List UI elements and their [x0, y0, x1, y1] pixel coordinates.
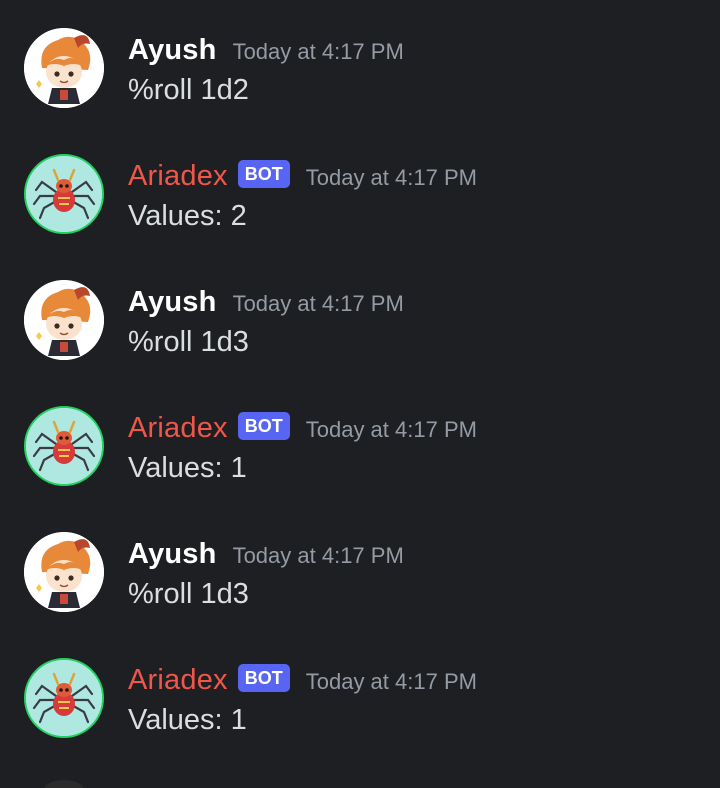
chat-message: Ayush Today at 4:17 PM %roll 1d3: [0, 252, 720, 362]
username[interactable]: Ayush: [128, 538, 217, 571]
timestamp: Today at 4:17 PM: [232, 543, 404, 568]
next-message-avatar[interactable]: [44, 780, 84, 788]
user-avatar-icon: [24, 28, 104, 108]
message-header: Ariadex BOT Today at 4:17 PM: [128, 660, 477, 700]
chat-message: Ayush Today at 4:17 PM %roll 1d2: [0, 0, 720, 110]
spider-avatar-icon: [26, 408, 102, 484]
message-content: %roll 1d3: [128, 578, 249, 610]
chat-message: Ariadex BOT Today at 4:17 PM Values: 1: [0, 630, 720, 740]
user-avatar[interactable]: [24, 28, 104, 108]
username[interactable]: Ayush: [128, 286, 217, 319]
username[interactable]: Ayush: [128, 34, 217, 67]
user-avatar-icon: [24, 532, 104, 612]
spider-avatar-icon: [26, 156, 102, 232]
bot-tag-badge: BOT: [237, 664, 290, 692]
chat-message: Ariadex BOT Today at 4:17 PM Values: 1: [0, 378, 720, 488]
spider-avatar-icon: [26, 660, 102, 736]
bot-avatar[interactable]: [24, 154, 104, 234]
user-avatar[interactable]: [24, 532, 104, 612]
bot-tag-badge: BOT: [237, 412, 290, 440]
message-header: Ariadex BOT Today at 4:17 PM: [128, 156, 477, 196]
timestamp: Today at 4:17 PM: [305, 417, 477, 442]
message-header: Ariadex BOT Today at 4:17 PM: [128, 408, 477, 448]
message-content: %roll 1d2: [128, 74, 249, 106]
timestamp: Today at 4:17 PM: [232, 39, 404, 64]
bot-tag-badge: BOT: [237, 160, 290, 188]
username[interactable]: Ariadex: [128, 664, 228, 697]
username[interactable]: Ariadex: [128, 412, 228, 445]
bot-avatar[interactable]: [24, 658, 104, 738]
timestamp: Today at 4:17 PM: [232, 291, 404, 316]
user-avatar-icon: [24, 280, 104, 360]
bot-avatar[interactable]: [24, 406, 104, 486]
message-content: %roll 1d3: [128, 326, 249, 358]
chat-message: Ariadex BOT Today at 4:17 PM Values: 2: [0, 126, 720, 236]
message-content: Values: 1: [128, 704, 247, 736]
chat-message-list: Ayush Today at 4:17 PM %roll 1d2 Ariadex…: [0, 0, 720, 788]
message-content: Values: 1: [128, 452, 247, 484]
timestamp: Today at 4:17 PM: [305, 669, 477, 694]
timestamp: Today at 4:17 PM: [305, 165, 477, 190]
message-header: Ayush Today at 4:17 PM: [128, 534, 404, 574]
user-avatar[interactable]: [24, 280, 104, 360]
chat-message: Ayush Today at 4:17 PM %roll 1d3: [0, 504, 720, 614]
message-header: Ayush Today at 4:17 PM: [128, 30, 404, 70]
message-header: Ayush Today at 4:17 PM: [128, 282, 404, 322]
username[interactable]: Ariadex: [128, 160, 228, 193]
message-content: Values: 2: [128, 200, 247, 232]
